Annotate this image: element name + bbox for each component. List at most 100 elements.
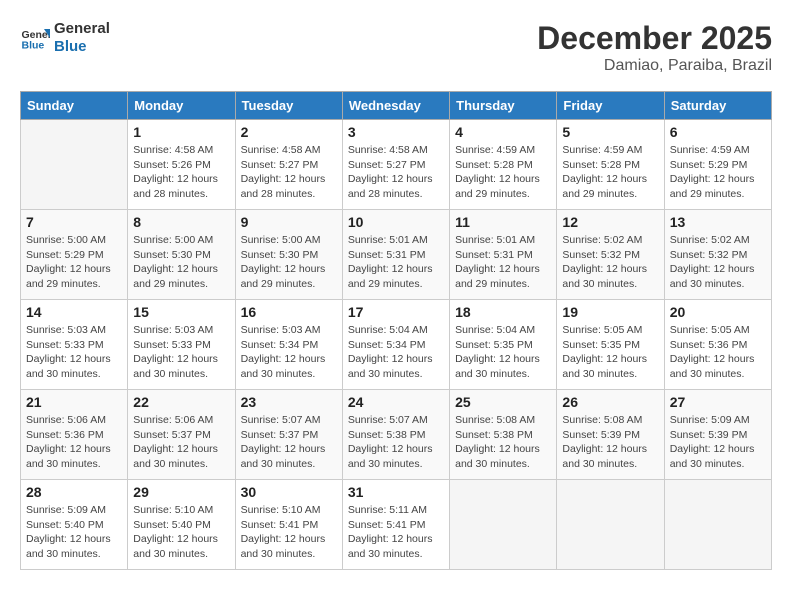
calendar-cell: 8Sunrise: 5:00 AM Sunset: 5:30 PM Daylig… — [128, 210, 235, 300]
day-info: Sunrise: 4:58 AM Sunset: 5:27 PM Dayligh… — [348, 143, 444, 202]
calendar-cell: 23Sunrise: 5:07 AM Sunset: 5:37 PM Dayli… — [235, 390, 342, 480]
calendar-cell: 2 Sunrise: 4:58 AM Sunset: 5:27 PM Daylig… — [235, 120, 342, 210]
calendar-cell: 14 Sunrise: 5:03 AM Sunset: 5:33 PM Dayli… — [21, 300, 128, 390]
day-number: 18 — [455, 304, 551, 320]
calendar-week-1: 1 Sunrise: 4:58 AM Sunset: 5:26 PM Daylig… — [21, 120, 772, 210]
day-number: 9 — [241, 214, 337, 230]
day-info: Sunrise: 5:00 AM Sunset: 5:30 PM Dayligh… — [133, 233, 229, 292]
day-number: 24 — [348, 394, 444, 410]
day-number: 19 — [562, 304, 658, 320]
calendar-header-friday: Friday — [557, 92, 664, 120]
day-number: 15 — [133, 304, 229, 320]
calendar-cell: 9 Sunrise: 5:00 AM Sunset: 5:30 PM Daylig… — [235, 210, 342, 300]
day-number: 20 — [670, 304, 766, 320]
day-info: Sunrise: 5:03 AM Sunset: 5:34 PM Dayligh… — [241, 323, 337, 382]
day-number: 23 — [241, 394, 337, 410]
calendar-header-row: SundayMondayTuesdayWednesdayThursdayFrid… — [21, 92, 772, 120]
day-info: Sunrise: 4:58 AM Sunset: 5:27 PM Dayligh… — [241, 143, 337, 202]
day-info: Sunrise: 5:02 AM Sunset: 5:32 PM Dayligh… — [562, 233, 658, 292]
calendar-header-sunday: Sunday — [21, 92, 128, 120]
calendar-cell: 27Sunrise: 5:09 AM Sunset: 5:39 PM Dayli… — [664, 390, 771, 480]
calendar-cell: 16Sunrise: 5:03 AM Sunset: 5:34 PM Dayli… — [235, 300, 342, 390]
day-info: Sunrise: 4:59 AM Sunset: 5:29 PM Dayligh… — [670, 143, 766, 202]
calendar-cell: 31 Sunrise: 5:11 AM Sunset: 5:41 PM Dayli… — [342, 480, 449, 570]
calendar-cell: 5 Sunrise: 4:59 AM Sunset: 5:28 PM Daylig… — [557, 120, 664, 210]
calendar-cell: 20 Sunrise: 5:05 AM Sunset: 5:36 PM Dayli… — [664, 300, 771, 390]
day-number: 31 — [348, 484, 444, 500]
day-number: 13 — [670, 214, 766, 230]
calendar-body: 1 Sunrise: 4:58 AM Sunset: 5:26 PM Daylig… — [21, 120, 772, 570]
calendar-cell: 7 Sunrise: 5:00 AM Sunset: 5:29 PM Daylig… — [21, 210, 128, 300]
day-info: Sunrise: 5:11 AM Sunset: 5:41 PM Dayligh… — [348, 503, 444, 562]
day-number: 26 — [562, 394, 658, 410]
day-number: 30 — [241, 484, 337, 500]
calendar-cell: 19 Sunrise: 5:05 AM Sunset: 5:35 PM Dayli… — [557, 300, 664, 390]
calendar-header-tuesday: Tuesday — [235, 92, 342, 120]
calendar-cell: 3 Sunrise: 4:58 AM Sunset: 5:27 PM Daylig… — [342, 120, 449, 210]
day-number: 6 — [670, 124, 766, 140]
calendar-cell: 22 Sunrise: 5:06 AM Sunset: 5:37 PM Dayli… — [128, 390, 235, 480]
day-number: 7 — [26, 214, 122, 230]
calendar-cell — [450, 480, 557, 570]
day-number: 12 — [562, 214, 658, 230]
calendar-header-wednesday: Wednesday — [342, 92, 449, 120]
day-info: Sunrise: 5:05 AM Sunset: 5:36 PM Dayligh… — [670, 323, 766, 382]
calendar-cell: 18 Sunrise: 5:04 AM Sunset: 5:35 PM Dayli… — [450, 300, 557, 390]
day-info: Sunrise: 5:01 AM Sunset: 5:31 PM Dayligh… — [348, 233, 444, 292]
calendar-header-thursday: Thursday — [450, 92, 557, 120]
month-year-title: December 2025 — [537, 20, 772, 57]
day-number: 25 — [455, 394, 551, 410]
day-info: Sunrise: 5:10 AM Sunset: 5:40 PM Dayligh… — [133, 503, 229, 562]
calendar-cell: 17Sunrise: 5:04 AM Sunset: 5:34 PM Dayli… — [342, 300, 449, 390]
calendar-table: SundayMondayTuesdayWednesdayThursdayFrid… — [20, 91, 772, 570]
calendar-cell: 24 Sunrise: 5:07 AM Sunset: 5:38 PM Dayli… — [342, 390, 449, 480]
day-number: 5 — [562, 124, 658, 140]
calendar-cell: 13 Sunrise: 5:02 AM Sunset: 5:32 PM Dayli… — [664, 210, 771, 300]
calendar-cell — [21, 120, 128, 210]
calendar-cell: 10 Sunrise: 5:01 AM Sunset: 5:31 PM Dayli… — [342, 210, 449, 300]
day-info: Sunrise: 5:02 AM Sunset: 5:32 PM Dayligh… — [670, 233, 766, 292]
day-info: Sunrise: 5:10 AM Sunset: 5:41 PM Dayligh… — [241, 503, 337, 562]
day-number: 1 — [133, 124, 229, 140]
day-info: Sunrise: 5:03 AM Sunset: 5:33 PM Dayligh… — [133, 323, 229, 382]
day-info: Sunrise: 4:59 AM Sunset: 5:28 PM Dayligh… — [455, 143, 551, 202]
location-subtitle: Damiao, Paraiba, Brazil — [537, 57, 772, 75]
day-number: 2 — [241, 124, 337, 140]
day-number: 14 — [26, 304, 122, 320]
day-number: 22 — [133, 394, 229, 410]
page-header: General Blue General Blue December 2025 … — [20, 20, 772, 75]
calendar-cell: 25 Sunrise: 5:08 AM Sunset: 5:38 PM Dayli… — [450, 390, 557, 480]
day-number: 29 — [133, 484, 229, 500]
day-info: Sunrise: 5:09 AM Sunset: 5:40 PM Dayligh… — [26, 503, 122, 562]
calendar-cell: 21Sunrise: 5:06 AM Sunset: 5:36 PM Dayli… — [21, 390, 128, 480]
calendar-cell: 12 Sunrise: 5:02 AM Sunset: 5:32 PM Dayli… — [557, 210, 664, 300]
day-info: Sunrise: 4:59 AM Sunset: 5:28 PM Dayligh… — [562, 143, 658, 202]
logo-blue: Blue — [54, 38, 110, 56]
svg-text:Blue: Blue — [22, 40, 45, 52]
day-number: 21 — [26, 394, 122, 410]
day-info: Sunrise: 5:00 AM Sunset: 5:29 PM Dayligh… — [26, 233, 122, 292]
day-info: Sunrise: 4:58 AM Sunset: 5:26 PM Dayligh… — [133, 143, 229, 202]
calendar-cell: 1 Sunrise: 4:58 AM Sunset: 5:26 PM Daylig… — [128, 120, 235, 210]
day-info: Sunrise: 5:03 AM Sunset: 5:33 PM Dayligh… — [26, 323, 122, 382]
day-info: Sunrise: 5:08 AM Sunset: 5:38 PM Dayligh… — [455, 413, 551, 472]
calendar-header-monday: Monday — [128, 92, 235, 120]
day-info: Sunrise: 5:04 AM Sunset: 5:35 PM Dayligh… — [455, 323, 551, 382]
calendar-week-5: 28Sunrise: 5:09 AM Sunset: 5:40 PM Dayli… — [21, 480, 772, 570]
calendar-week-2: 7 Sunrise: 5:00 AM Sunset: 5:29 PM Daylig… — [21, 210, 772, 300]
day-info: Sunrise: 5:01 AM Sunset: 5:31 PM Dayligh… — [455, 233, 551, 292]
logo-general: General — [54, 20, 110, 38]
day-number: 3 — [348, 124, 444, 140]
day-info: Sunrise: 5:00 AM Sunset: 5:30 PM Dayligh… — [241, 233, 337, 292]
day-info: Sunrise: 5:05 AM Sunset: 5:35 PM Dayligh… — [562, 323, 658, 382]
day-info: Sunrise: 5:06 AM Sunset: 5:37 PM Dayligh… — [133, 413, 229, 472]
calendar-cell: 29 Sunrise: 5:10 AM Sunset: 5:40 PM Dayli… — [128, 480, 235, 570]
day-number: 10 — [348, 214, 444, 230]
calendar-cell: 28Sunrise: 5:09 AM Sunset: 5:40 PM Dayli… — [21, 480, 128, 570]
calendar-cell: 15 Sunrise: 5:03 AM Sunset: 5:33 PM Dayli… — [128, 300, 235, 390]
calendar-week-3: 14 Sunrise: 5:03 AM Sunset: 5:33 PM Dayli… — [21, 300, 772, 390]
day-number: 11 — [455, 214, 551, 230]
day-info: Sunrise: 5:04 AM Sunset: 5:34 PM Dayligh… — [348, 323, 444, 382]
calendar-header-saturday: Saturday — [664, 92, 771, 120]
day-info: Sunrise: 5:07 AM Sunset: 5:38 PM Dayligh… — [348, 413, 444, 472]
